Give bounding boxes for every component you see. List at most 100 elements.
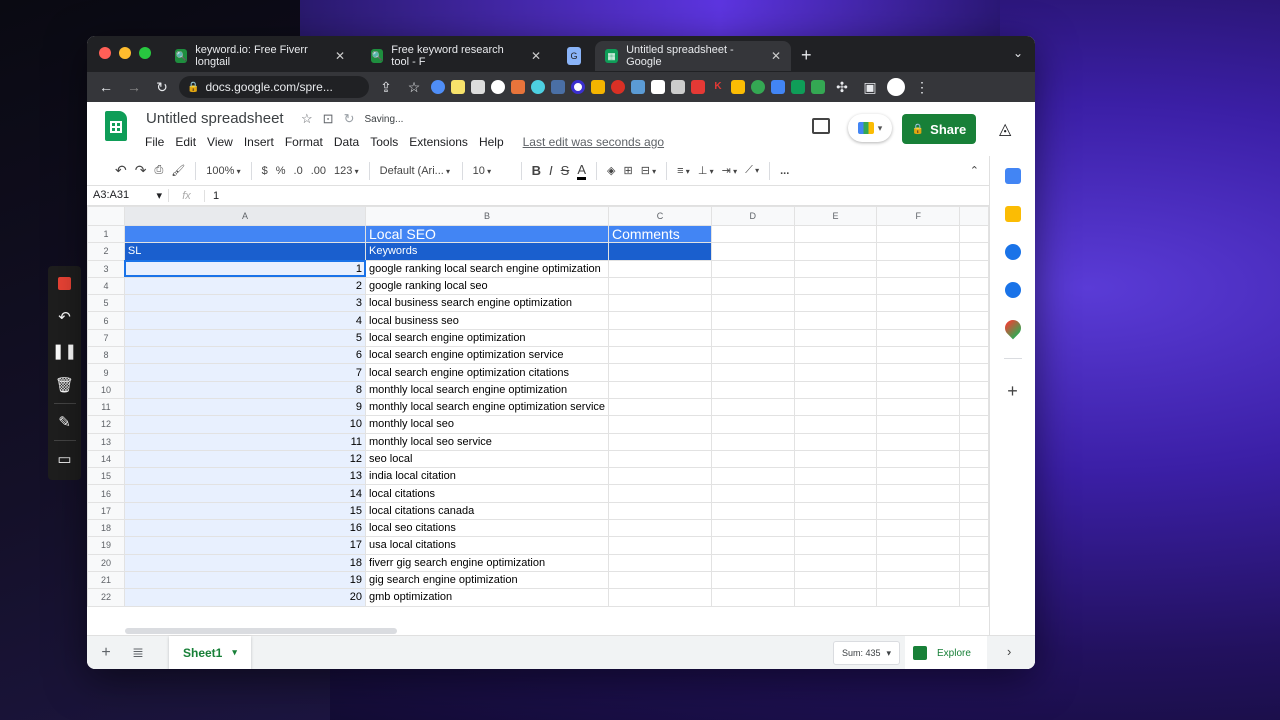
cell-comment[interactable] bbox=[608, 588, 712, 607]
cell-e[interactable] bbox=[793, 363, 878, 382]
cell-e[interactable] bbox=[793, 276, 878, 296]
meet-button[interactable]: ▾ bbox=[848, 114, 892, 142]
cell-e[interactable] bbox=[793, 449, 878, 469]
share-page-icon[interactable]: ⇪ bbox=[375, 79, 397, 96]
row-header[interactable]: 12 bbox=[87, 415, 125, 434]
cell-sl[interactable]: 7 bbox=[123, 363, 367, 382]
pause-recording-button[interactable]: ❚❚ bbox=[48, 334, 81, 368]
cell-f[interactable] bbox=[876, 259, 961, 278]
cell-e[interactable] bbox=[793, 432, 878, 451]
collapse-menu-icon[interactable]: ⌃ bbox=[970, 164, 979, 177]
cell-f[interactable] bbox=[876, 536, 961, 555]
stop-recording-button[interactable] bbox=[48, 266, 81, 300]
bookmark-star-icon[interactable]: ☆ bbox=[403, 79, 425, 96]
browser-tab-2[interactable]: 🔍 Free keyword research tool - F ✕ bbox=[361, 41, 551, 71]
text-rotation-icon[interactable]: ⟋ bbox=[745, 164, 759, 177]
add-addon-icon[interactable]: + bbox=[1007, 381, 1018, 402]
row-header[interactable]: 5 bbox=[87, 294, 125, 313]
cell-d[interactable] bbox=[710, 380, 795, 399]
extension-icon[interactable] bbox=[671, 80, 685, 94]
menu-edit[interactable]: Edit bbox=[175, 135, 196, 149]
row-header[interactable]: 19 bbox=[87, 536, 125, 555]
fill-color-icon[interactable]: ◈ bbox=[607, 164, 615, 177]
cell-d[interactable] bbox=[710, 536, 795, 555]
share-button[interactable]: 🔒 Share bbox=[902, 114, 976, 144]
row-header[interactable]: 9 bbox=[87, 363, 125, 382]
cell-sl[interactable]: 13 bbox=[123, 467, 367, 486]
calendar-icon[interactable] bbox=[1004, 168, 1021, 184]
add-sheet-icon[interactable]: + bbox=[93, 644, 119, 662]
font-size-select[interactable]: 10 bbox=[473, 165, 511, 177]
new-tab-button[interactable]: + bbox=[801, 45, 812, 66]
menu-file[interactable]: File bbox=[145, 135, 164, 149]
cell-keyword[interactable]: usa local citations bbox=[365, 536, 610, 555]
bold-button[interactable]: B bbox=[532, 163, 541, 178]
cell-d[interactable] bbox=[710, 397, 795, 417]
undo-recording-button[interactable]: ↶ bbox=[48, 300, 81, 334]
cell-f[interactable] bbox=[876, 397, 961, 417]
delete-recording-button[interactable]: 🗑 bbox=[48, 368, 81, 402]
cell-d[interactable] bbox=[710, 363, 795, 382]
extension-icon[interactable] bbox=[811, 80, 825, 94]
row-header[interactable]: 8 bbox=[87, 346, 125, 365]
cell-d[interactable] bbox=[710, 449, 795, 469]
text-wrap-icon[interactable]: ⇥ bbox=[722, 164, 737, 177]
menu-data[interactable]: Data bbox=[334, 135, 359, 149]
cell-sl[interactable]: 2 bbox=[123, 276, 367, 296]
cell-sl[interactable]: 5 bbox=[123, 328, 367, 348]
explore-button[interactable]: Explore bbox=[905, 636, 987, 669]
menu-view[interactable]: View bbox=[207, 135, 233, 149]
cell-d[interactable] bbox=[710, 519, 795, 538]
cell-comment[interactable] bbox=[608, 570, 712, 590]
cell-d[interactable] bbox=[710, 328, 795, 348]
cell-d[interactable] bbox=[710, 553, 795, 572]
cell-comment[interactable] bbox=[608, 276, 712, 296]
cell-keyword[interactable]: monthly local seo bbox=[365, 415, 610, 434]
close-tab-icon[interactable]: ✕ bbox=[771, 49, 781, 63]
cell-f[interactable] bbox=[876, 501, 961, 521]
cell-d[interactable] bbox=[710, 346, 795, 365]
cell-e[interactable] bbox=[793, 467, 878, 486]
row-header[interactable]: 13 bbox=[87, 432, 125, 451]
cell-keyword[interactable]: local seo citations bbox=[365, 519, 610, 538]
cell-f[interactable] bbox=[876, 484, 961, 503]
cell-keyword[interactable]: local business seo bbox=[365, 311, 610, 330]
cell-e2[interactable] bbox=[793, 242, 878, 261]
sheets-logo-icon[interactable] bbox=[105, 111, 127, 141]
italic-button[interactable]: I bbox=[549, 163, 553, 178]
cell-d[interactable] bbox=[710, 570, 795, 590]
maps-icon[interactable] bbox=[1001, 316, 1024, 340]
column-header-e[interactable]: E bbox=[793, 206, 878, 226]
document-title[interactable]: Untitled spreadsheet bbox=[146, 110, 284, 127]
cell-sl[interactable]: 3 bbox=[123, 294, 367, 313]
cell-keyword[interactable]: local business search engine optimizatio… bbox=[365, 294, 610, 313]
cell-comment[interactable] bbox=[608, 363, 712, 382]
extension-icon[interactable] bbox=[611, 80, 625, 94]
row-header[interactable]: 4 bbox=[87, 276, 125, 296]
cell-comment[interactable] bbox=[608, 432, 712, 451]
cell-keyword[interactable]: india local citation bbox=[365, 467, 610, 486]
cell-a1[interactable] bbox=[123, 224, 367, 244]
borders-icon[interactable]: ⊞ bbox=[623, 164, 632, 177]
cell-d[interactable] bbox=[710, 294, 795, 313]
column-header-f[interactable]: F bbox=[876, 206, 961, 226]
address-bar[interactable]: 🔒 docs.google.com/spre... bbox=[179, 76, 369, 98]
cell-comment[interactable] bbox=[608, 328, 712, 348]
column-header-d[interactable]: D bbox=[710, 206, 795, 226]
cell-d2[interactable] bbox=[710, 242, 795, 261]
cell-e[interactable] bbox=[793, 397, 878, 417]
undo-icon[interactable]: ↶ bbox=[115, 162, 127, 179]
cell-keyword[interactable]: local citations canada bbox=[365, 501, 610, 521]
cell-keyword[interactable]: monthly local seo service bbox=[365, 432, 610, 451]
forward-arrow-icon[interactable]: → bbox=[123, 79, 145, 95]
cell-f[interactable] bbox=[876, 553, 961, 572]
cell-sl[interactable]: 16 bbox=[123, 519, 367, 538]
cell-keyword[interactable]: fiverr gig search engine optimization bbox=[365, 553, 610, 572]
extension-icon[interactable] bbox=[771, 80, 785, 94]
extension-icon[interactable] bbox=[511, 80, 525, 94]
row-header[interactable]: 2 bbox=[87, 242, 125, 261]
cell-e[interactable] bbox=[793, 328, 878, 348]
cell-f[interactable] bbox=[876, 467, 961, 486]
cell-keyword[interactable]: seo local bbox=[365, 449, 610, 469]
cell-f[interactable] bbox=[876, 519, 961, 538]
